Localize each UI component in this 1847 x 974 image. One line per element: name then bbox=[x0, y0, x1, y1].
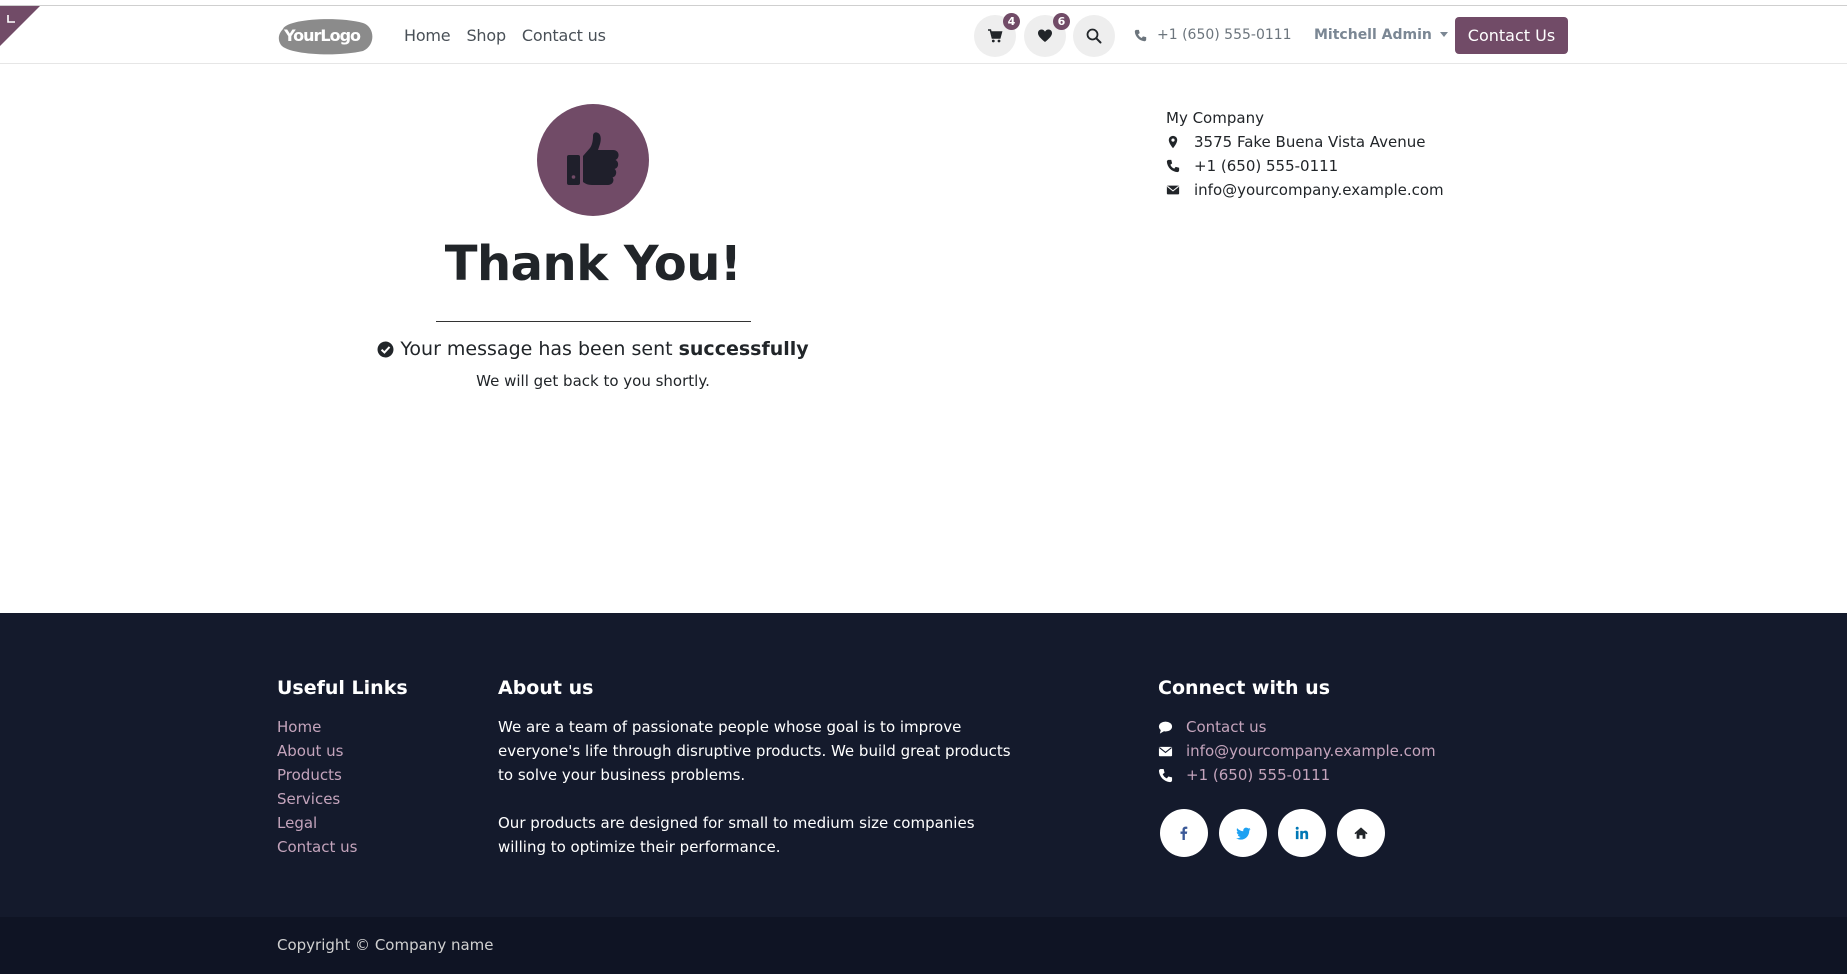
footer-useful-links: Useful Links Home About us Products Serv… bbox=[277, 677, 408, 859]
phone-icon bbox=[1134, 29, 1147, 41]
connect-email-text: info@yourcompany.example.com bbox=[1186, 742, 1436, 760]
linkedin-button[interactable] bbox=[1278, 809, 1326, 857]
search-icon bbox=[1086, 28, 1102, 44]
footer-about: About us We are a team of passionate peo… bbox=[498, 677, 1018, 859]
company-phone-text: +1 (650) 555-0111 bbox=[1194, 157, 1339, 175]
footer-link-contact[interactable]: Contact us bbox=[277, 835, 408, 859]
company-address: 3575 Fake Buena Vista Avenue bbox=[1166, 130, 1444, 154]
connect-contact-text: Contact us bbox=[1186, 718, 1267, 736]
footer-link-about[interactable]: About us bbox=[277, 739, 408, 763]
phone-icon bbox=[1166, 159, 1180, 173]
title-divider bbox=[436, 321, 751, 322]
nav-shop[interactable]: Shop bbox=[466, 26, 506, 45]
thumbs-up-badge bbox=[537, 104, 649, 216]
site-header: YourLogo Home Shop Contact us 4 6 +1 (65… bbox=[0, 6, 1847, 64]
connect-phone-link[interactable]: +1 (650) 555-0111 bbox=[1158, 763, 1436, 787]
cart-icon bbox=[988, 29, 1003, 43]
svg-text:YourLogo: YourLogo bbox=[283, 26, 361, 45]
company-phone: +1 (650) 555-0111 bbox=[1166, 154, 1444, 178]
footer-connect: Connect with us Contact us info@yourcomp… bbox=[1158, 677, 1436, 857]
connect-title: Connect with us bbox=[1158, 677, 1331, 699]
followup-text: We will get back to you shortly. bbox=[476, 372, 710, 390]
search-button[interactable] bbox=[1073, 15, 1115, 57]
nav-home[interactable]: Home bbox=[404, 26, 451, 45]
twitter-button[interactable] bbox=[1219, 809, 1267, 857]
about-paragraph-1: We are a team of passionate people whose… bbox=[498, 718, 1011, 784]
nav-contact-us[interactable]: Contact us bbox=[522, 26, 606, 45]
about-title: About us bbox=[498, 677, 594, 699]
footer-link-products[interactable]: Products bbox=[277, 763, 408, 787]
comment-icon bbox=[1158, 721, 1173, 734]
cart-button[interactable]: 4 bbox=[974, 13, 1020, 57]
facebook-icon bbox=[1180, 826, 1188, 840]
phone-icon bbox=[1158, 768, 1173, 782]
footer-link-home[interactable]: Home bbox=[277, 715, 408, 739]
envelope-icon bbox=[1166, 185, 1180, 195]
copyright-text: Copyright © Company name bbox=[277, 936, 494, 954]
site-footer: Useful Links Home About us Products Serv… bbox=[0, 613, 1847, 917]
wishlist-button[interactable]: 6 bbox=[1024, 13, 1070, 57]
useful-links-title: Useful Links bbox=[277, 677, 408, 699]
main-nav: Home Shop Contact us bbox=[404, 6, 606, 64]
company-email: info@yourcompany.example.com bbox=[1166, 178, 1444, 202]
company-name: My Company bbox=[1166, 109, 1264, 127]
success-text: Your message has been sent bbox=[400, 338, 673, 360]
social-links bbox=[1160, 809, 1436, 857]
linkedin-icon bbox=[1295, 826, 1309, 840]
about-paragraph-2: Our products are designed for small to m… bbox=[498, 814, 975, 856]
wishlist-count-badge: 6 bbox=[1053, 13, 1070, 30]
company-address-text: 3575 Fake Buena Vista Avenue bbox=[1194, 133, 1426, 151]
connect-email-link[interactable]: info@yourcompany.example.com bbox=[1158, 739, 1436, 763]
envelope-icon bbox=[1158, 746, 1173, 756]
user-menu-dropdown[interactable]: Mitchell Admin bbox=[1314, 6, 1448, 64]
home-icon bbox=[1354, 827, 1368, 839]
success-message: Your message has been sent successfully bbox=[343, 338, 843, 360]
header-phone-link[interactable]: +1 (650) 555-0111 bbox=[1134, 6, 1292, 64]
cart-count-badge: 4 bbox=[1003, 13, 1020, 30]
connect-phone-text: +1 (650) 555-0111 bbox=[1186, 766, 1331, 784]
facebook-button[interactable] bbox=[1160, 809, 1208, 857]
twitter-icon bbox=[1235, 827, 1251, 840]
contact-us-button[interactable]: Contact Us bbox=[1455, 17, 1568, 54]
user-name: Mitchell Admin bbox=[1314, 27, 1432, 43]
home-button[interactable] bbox=[1337, 809, 1385, 857]
heart-icon bbox=[1038, 29, 1052, 42]
page-title: Thank You! bbox=[444, 236, 742, 292]
caret-down-icon bbox=[1439, 31, 1448, 37]
site-logo[interactable]: YourLogo bbox=[277, 17, 374, 55]
company-email-text: info@yourcompany.example.com bbox=[1194, 181, 1444, 199]
success-bold-text: successfully bbox=[678, 338, 809, 360]
header-phone-text: +1 (650) 555-0111 bbox=[1157, 27, 1292, 43]
check-circle-icon bbox=[377, 341, 394, 357]
thumbs-up-icon bbox=[567, 132, 619, 185]
footer-link-legal[interactable]: Legal bbox=[277, 811, 408, 835]
footer-link-services[interactable]: Services bbox=[277, 787, 408, 811]
copyright-bar: Copyright © Company name bbox=[0, 917, 1847, 974]
connect-contact-link[interactable]: Contact us bbox=[1158, 715, 1436, 739]
map-marker-icon bbox=[1168, 135, 1178, 149]
company-info: My Company 3575 Fake Buena Vista Avenue … bbox=[1166, 106, 1444, 202]
